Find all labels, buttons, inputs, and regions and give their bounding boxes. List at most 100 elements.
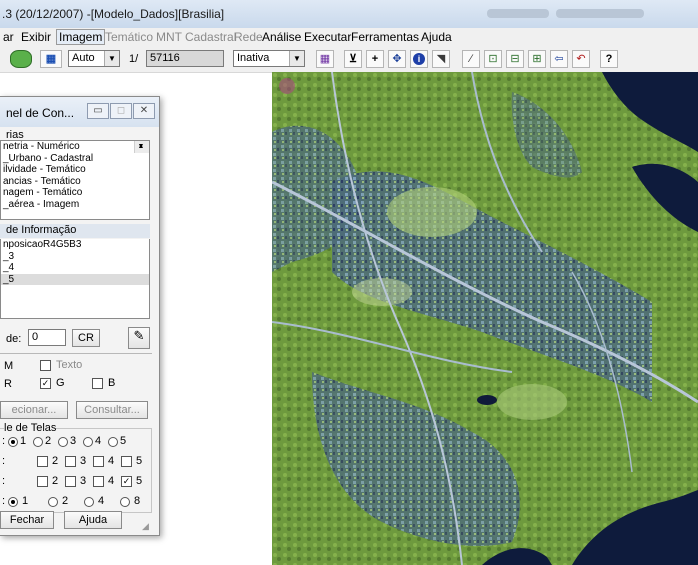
row-marker: :	[2, 435, 6, 447]
zoom-mode-select[interactable]: Auto ▼	[68, 50, 120, 67]
draw-region-icon[interactable]	[10, 50, 32, 68]
close-button[interactable]: Fechar	[0, 511, 54, 529]
zoom-area-icon[interactable]: ⊞	[528, 50, 546, 68]
chevron-down-icon: ▼	[104, 51, 119, 66]
list-item[interactable]: _3	[1, 251, 149, 263]
list-item[interactable]: nagem - Temático	[1, 187, 149, 199]
blurred-title-text	[487, 9, 549, 18]
back-arrow-icon[interactable]: ⇦	[550, 50, 568, 68]
undo-icon[interactable]: ↶	[572, 50, 590, 68]
scale-value: 57116	[150, 52, 180, 64]
scale-prefix: 1/	[129, 53, 139, 65]
resize-grip-icon[interactable]: ◢	[142, 521, 149, 532]
maximize-icon[interactable]: ◻	[110, 103, 132, 119]
categories-scrollbar[interactable]: ▲ ▼	[134, 141, 149, 153]
list-item[interactable]: netria - Numérico	[1, 141, 149, 153]
priority-input[interactable]: 0	[28, 329, 66, 346]
menu-ajuda[interactable]: Ajuda	[421, 30, 452, 44]
table-icon[interactable]: ▦	[316, 50, 334, 68]
screen-check[interactable]	[65, 476, 76, 487]
screen-label: 2	[52, 455, 59, 467]
row-marker: :	[2, 495, 6, 507]
list-item[interactable]: _4	[1, 262, 149, 274]
screen-check[interactable]	[93, 456, 104, 467]
zoom-out-icon[interactable]: ⊟	[506, 50, 524, 68]
line-draw-icon[interactable]: ∕	[462, 50, 480, 68]
query-button[interactable]: Consultar...	[76, 401, 148, 419]
screen-label: 3	[80, 475, 87, 487]
screen-label: 5	[120, 435, 127, 447]
satellite-image[interactable]	[272, 72, 698, 565]
menu-ferramentas[interactable]: Ferramentas	[351, 30, 419, 44]
list-item[interactable]: ancias - Temático	[1, 176, 149, 188]
display-icon[interactable]: ▦	[40, 50, 62, 68]
menu-tematico[interactable]: Temático	[105, 30, 153, 44]
zoom-in-icon[interactable]: ⊻	[344, 50, 362, 68]
info-plane-list[interactable]: nposicaoR4G5B3 _3 _4 _5	[0, 239, 150, 319]
texto-checkbox[interactable]	[40, 360, 51, 371]
zoom-window-icon[interactable]: ⊡	[484, 50, 502, 68]
zoom-radio-4[interactable]	[84, 497, 94, 507]
screen-radio-3[interactable]	[58, 437, 68, 447]
list-item[interactable]: _Urbano - Cadastral	[1, 153, 149, 165]
screen-radio-4[interactable]	[83, 437, 93, 447]
screen-check[interactable]	[37, 456, 48, 467]
menu-cadastral[interactable]: Cadastral	[185, 30, 236, 44]
screen-label: 4	[95, 435, 102, 447]
close-icon[interactable]: ✕	[133, 103, 155, 119]
categories-list[interactable]: netria - Numérico _Urbano - Cadastral il…	[0, 140, 150, 220]
window-title: .3 (20/12/2007) -[Modelo_Dados][Brasilia…	[2, 7, 225, 21]
zoom-label: 2	[62, 495, 69, 507]
menu-bar: ar Exibir Imagem Temático MNT Cadastral …	[0, 28, 698, 46]
screen-check[interactable]	[93, 476, 104, 487]
menu-analise[interactable]: Análise	[262, 30, 301, 44]
menu-executar[interactable]: Executar	[304, 30, 351, 44]
menu-rede[interactable]: Rede	[234, 30, 263, 44]
g-checkbox[interactable]: ✓	[40, 378, 51, 389]
menu-mnt[interactable]: MNT	[156, 30, 182, 44]
menu-item[interactable]: ar	[3, 30, 14, 44]
screen-label: 2	[52, 475, 59, 487]
zoom-radio-8[interactable]	[120, 497, 130, 507]
help-icon[interactable]: ?	[600, 50, 618, 68]
menu-exibir[interactable]: Exibir	[21, 30, 51, 44]
menu-imagem[interactable]: Imagem	[56, 29, 106, 45]
chevron-down-icon: ▼	[289, 51, 304, 66]
screen-label: 4	[108, 455, 115, 467]
blurred-title-text	[556, 9, 644, 18]
screen-radio-1[interactable]	[8, 437, 18, 447]
scale-field[interactable]: 57116	[146, 50, 224, 67]
satellite-image-canvas	[272, 72, 698, 565]
list-item[interactable]: nposicaoR4G5B3	[1, 239, 149, 251]
list-item-selected[interactable]: _5	[1, 273, 149, 285]
screen-check[interactable]: ✓	[121, 476, 132, 487]
b-checkbox[interactable]	[92, 378, 103, 389]
control-panel: nel de Con... ▭ ◻ ✕ rias netria - Numéri…	[0, 96, 160, 536]
scroll-down-icon[interactable]: ▼	[135, 141, 147, 153]
panel-titlebar[interactable]: nel de Con... ▭ ◻ ✕	[0, 97, 159, 127]
state-select[interactable]: Inativa ▼	[233, 50, 305, 67]
info-icon[interactable]: i	[410, 50, 428, 68]
minimize-icon[interactable]: ▭	[87, 103, 109, 119]
screen-check[interactable]	[65, 456, 76, 467]
zoom-label: 1	[22, 495, 29, 507]
screen-check[interactable]	[121, 456, 132, 467]
screen-label: 3	[80, 455, 87, 467]
screen-radio-5[interactable]	[108, 437, 118, 447]
screen-check[interactable]	[37, 476, 48, 487]
cursor-plus-icon[interactable]: +	[366, 50, 384, 68]
zoom-radio-1[interactable]	[8, 497, 18, 507]
screen-label: 4	[108, 475, 115, 487]
row-marker: :	[2, 455, 6, 467]
list-item[interactable]: ilvidade - Temático	[1, 164, 149, 176]
select-button[interactable]: ecionar...	[0, 401, 68, 419]
zoom-radio-2[interactable]	[48, 497, 58, 507]
help-button[interactable]: Ajuda	[64, 511, 122, 529]
query-icon[interactable]: ◥	[432, 50, 450, 68]
screen-radio-2[interactable]	[33, 437, 43, 447]
cr-button[interactable]: CR	[72, 329, 100, 347]
list-item[interactable]: _aérea - Imagem	[1, 199, 149, 211]
pencil-icon[interactable]: ✎	[128, 327, 150, 349]
pan-icon[interactable]: ✥	[388, 50, 406, 68]
texto-label: Texto	[56, 359, 83, 371]
